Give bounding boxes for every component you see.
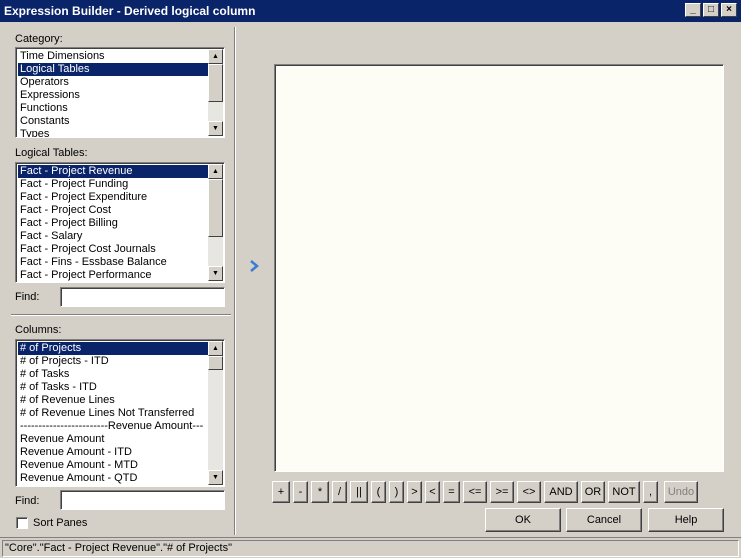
logical-table-item[interactable]: Fact - Salary <box>18 230 208 243</box>
logical-table-item[interactable]: Fact - Project Billing <box>18 217 208 230</box>
operator-button[interactable]: , <box>643 481 658 503</box>
logical-tables-label: Logical Tables: <box>15 147 88 159</box>
columns-list: # of Projects # of Projects - ITD # of Tas… <box>18 342 208 485</box>
category-item[interactable]: Operators <box>18 76 208 89</box>
expression-editor[interactable] <box>274 64 724 472</box>
cancel-button[interactable]: Cancel <box>566 508 642 532</box>
operator-button[interactable]: AND <box>544 481 578 503</box>
status-text: "Core"."Fact - Project Revenue"."# of Pr… <box>2 540 739 557</box>
column-item[interactable]: Revenue Amount - QTD <box>18 472 208 485</box>
category-item[interactable]: Types <box>18 128 208 137</box>
operator-button[interactable]: ( <box>371 481 386 503</box>
columns-label: Columns: <box>15 324 62 336</box>
operator-button[interactable]: * <box>311 481 329 503</box>
operator-button[interactable]: ) <box>389 481 404 503</box>
logical-table-item[interactable]: Fact - Project Revenue <box>18 165 208 178</box>
category-item[interactable]: Logical Tables <box>18 63 208 76</box>
scroll-down-arrow-icon[interactable]: ▼ <box>208 121 223 136</box>
operator-button[interactable]: + <box>272 481 290 503</box>
sort-panes-checkbox[interactable] <box>16 517 28 529</box>
operator-button[interactable]: < <box>425 481 440 503</box>
logical-table-item[interactable]: Fact - Fins - Essbase Balance <box>18 256 208 269</box>
scroll-thumb[interactable] <box>208 64 223 102</box>
column-item[interactable]: Revenue Amount - MTD <box>18 459 208 472</box>
logical-tables-list: Fact - Project Revenue Fact - Project Fun… <box>18 165 208 282</box>
operator-button[interactable]: <> <box>517 481 541 503</box>
column-item[interactable]: ------------------------Revenue Amount--… <box>18 420 208 433</box>
operator-toolbar: + - * / ||() > < = <= >= <> AND OR NOT, Undo <box>272 481 698 503</box>
column-item[interactable]: # of Tasks <box>18 368 208 381</box>
column-item[interactable]: # of Tasks - ITD <box>18 381 208 394</box>
column-item[interactable]: # of Projects <box>18 342 208 355</box>
scroll-up-arrow-icon[interactable]: ▲ <box>208 341 223 356</box>
scroll-up-arrow-icon[interactable]: ▲ <box>208 164 223 179</box>
category-item[interactable]: Expressions <box>18 89 208 102</box>
logical-tables-listbox[interactable]: Fact - Project Revenue Fact - Project Fun… <box>15 162 225 283</box>
logical-table-item[interactable]: Fact - Project Performance <box>18 269 208 282</box>
maximize-button[interactable]: □ <box>703 3 719 17</box>
expression-builder-window: Expression Builder - Derived logical col… <box>0 0 741 558</box>
operator-button[interactable]: <= <box>463 481 487 503</box>
logical-table-item[interactable]: Fact - Project Cost Journals <box>18 243 208 256</box>
find-label: Find: <box>15 291 40 303</box>
scroll-down-arrow-icon[interactable]: ▼ <box>208 266 223 281</box>
operator-button[interactable]: / <box>332 481 347 503</box>
close-button[interactable]: × <box>721 3 737 17</box>
operator-button[interactable]: || <box>350 481 368 503</box>
ok-button[interactable]: OK <box>485 508 561 532</box>
category-list: Time Dimensions Logical Tables Operators Ex… <box>18 50 208 137</box>
title-bar: Expression Builder - Derived logical col… <box>0 0 741 22</box>
columns-listbox[interactable]: # of Projects # of Projects - ITD # of Tas… <box>15 339 225 487</box>
minimize-button[interactable]: _ <box>685 3 701 17</box>
column-item[interactable]: # of Revenue Lines <box>18 394 208 407</box>
status-bar: "Core"."Fact - Project Revenue"."# of Pr… <box>0 537 741 558</box>
category-item[interactable]: Constants <box>18 115 208 128</box>
scroll-down-arrow-icon[interactable]: ▼ <box>208 470 223 485</box>
sort-panes-label: Sort Panes <box>33 517 88 529</box>
find-label: Find: <box>15 495 40 507</box>
logical-table-item[interactable]: Fact - Project Expenditure <box>18 191 208 204</box>
scroll-thumb[interactable] <box>208 356 223 370</box>
category-scrollbar[interactable]: ▲ ▼ <box>208 49 223 136</box>
column-item[interactable]: # of Projects - ITD <box>18 355 208 368</box>
section-divider <box>11 314 231 316</box>
window-title: Expression Builder - Derived logical col… <box>4 4 256 18</box>
logical-table-item[interactable]: Fact - Project Cost <box>18 204 208 217</box>
pane-splitter[interactable] <box>234 27 236 535</box>
operator-button[interactable]: OR <box>581 481 605 503</box>
operator-button[interactable]: NOT <box>608 481 640 503</box>
column-item[interactable]: Revenue Amount <box>18 433 208 446</box>
category-listbox[interactable]: Time Dimensions Logical Tables Operators Ex… <box>15 47 225 138</box>
scroll-up-arrow-icon[interactable]: ▲ <box>208 49 223 64</box>
columns-scrollbar[interactable]: ▲ ▼ <box>208 341 223 485</box>
operator-button[interactable]: >= <box>490 481 514 503</box>
logical-table-item[interactable]: Fact - Project Funding <box>18 178 208 191</box>
category-item[interactable]: Time Dimensions <box>18 50 208 63</box>
operator-button[interactable]: > <box>407 481 422 503</box>
column-item[interactable]: Revenue Amount - ITD <box>18 446 208 459</box>
find-columns-input[interactable] <box>60 490 225 510</box>
help-button[interactable]: Help <box>648 508 724 532</box>
insert-arrow-icon[interactable] <box>247 259 261 273</box>
column-item[interactable]: # of Revenue Lines Not Transferred <box>18 407 208 420</box>
operator-button[interactable]: = <box>443 481 460 503</box>
undo-button[interactable]: Undo <box>664 481 698 503</box>
find-tables-input[interactable] <box>60 287 225 307</box>
scroll-thumb[interactable] <box>208 179 223 237</box>
operator-button[interactable]: - <box>293 481 308 503</box>
category-item[interactable]: Functions <box>18 102 208 115</box>
category-label: Category: <box>15 33 63 45</box>
tables-scrollbar[interactable]: ▲ ▼ <box>208 164 223 281</box>
